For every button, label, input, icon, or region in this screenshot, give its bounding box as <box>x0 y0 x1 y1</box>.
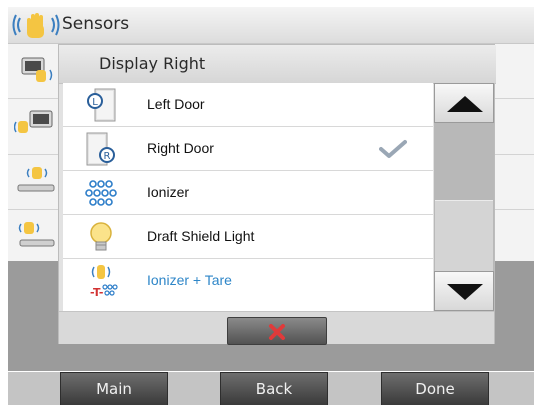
sensor-hand-icon <box>12 13 60 38</box>
red-x-icon <box>269 324 285 340</box>
ionizer-icon <box>85 180 117 206</box>
ionizer-tare-icon: -T- <box>90 265 118 299</box>
item-label: Ionizer <box>147 184 190 200</box>
scrollbar[interactable] <box>434 83 494 311</box>
sensor-scale-icon <box>17 167 55 192</box>
dialog-title: Display Right <box>99 54 206 73</box>
checkmark-icon <box>379 140 407 158</box>
svg-text:-T-: -T- <box>90 286 103 299</box>
list-item-right-door[interactable]: R Right Door <box>63 127 433 171</box>
back-button[interactable]: Back <box>220 372 328 405</box>
main-button[interactable]: Main <box>60 372 168 405</box>
item-label: Ionizer + Tare <box>147 272 232 288</box>
bottom-nav-bar: Main Back Done <box>8 372 534 405</box>
light-bulb-icon <box>90 222 112 251</box>
item-label: Left Door <box>147 96 205 112</box>
cancel-button[interactable] <box>227 317 327 345</box>
sensor-scale-icon <box>18 222 55 247</box>
scroll-down-button[interactable] <box>434 271 494 311</box>
scroll-up-button[interactable] <box>434 83 494 123</box>
sensor-display-icon <box>21 57 53 82</box>
display-right-dialog: Display Right L Left Door R Right Door I… <box>58 44 496 345</box>
item-label: Right Door <box>147 140 214 156</box>
dialog-footer <box>59 311 494 345</box>
item-label: Draft Shield Light <box>147 228 255 244</box>
done-button[interactable]: Done <box>381 372 489 405</box>
list-item-ionizer[interactable]: Ionizer <box>63 171 433 215</box>
sensors-screen: Sensors Main Back Done Display Right L L… <box>0 0 534 405</box>
arrow-down-icon <box>447 284 483 300</box>
right-door-icon: R <box>86 132 115 166</box>
scroll-thumb[interactable] <box>435 200 493 271</box>
left-door-icon: L <box>87 88 116 122</box>
list-item-left-door[interactable]: L Left Door <box>63 83 433 127</box>
sensor-display-icon <box>14 110 53 133</box>
option-list: L Left Door R Right Door Ionizer Draft S… <box>63 83 433 311</box>
screen-title: Sensors <box>62 14 130 34</box>
svg-text:L: L <box>92 97 98 108</box>
arrow-up-icon <box>447 96 483 112</box>
list-item-draft-shield-light[interactable]: Draft Shield Light <box>63 215 433 259</box>
list-item-ionizer-tare[interactable]: -T- Ionizer + Tare <box>63 259 433 303</box>
title-bar: Sensors <box>8 7 534 44</box>
svg-text:R: R <box>104 151 111 162</box>
dialog-header: Display Right <box>59 45 496 84</box>
